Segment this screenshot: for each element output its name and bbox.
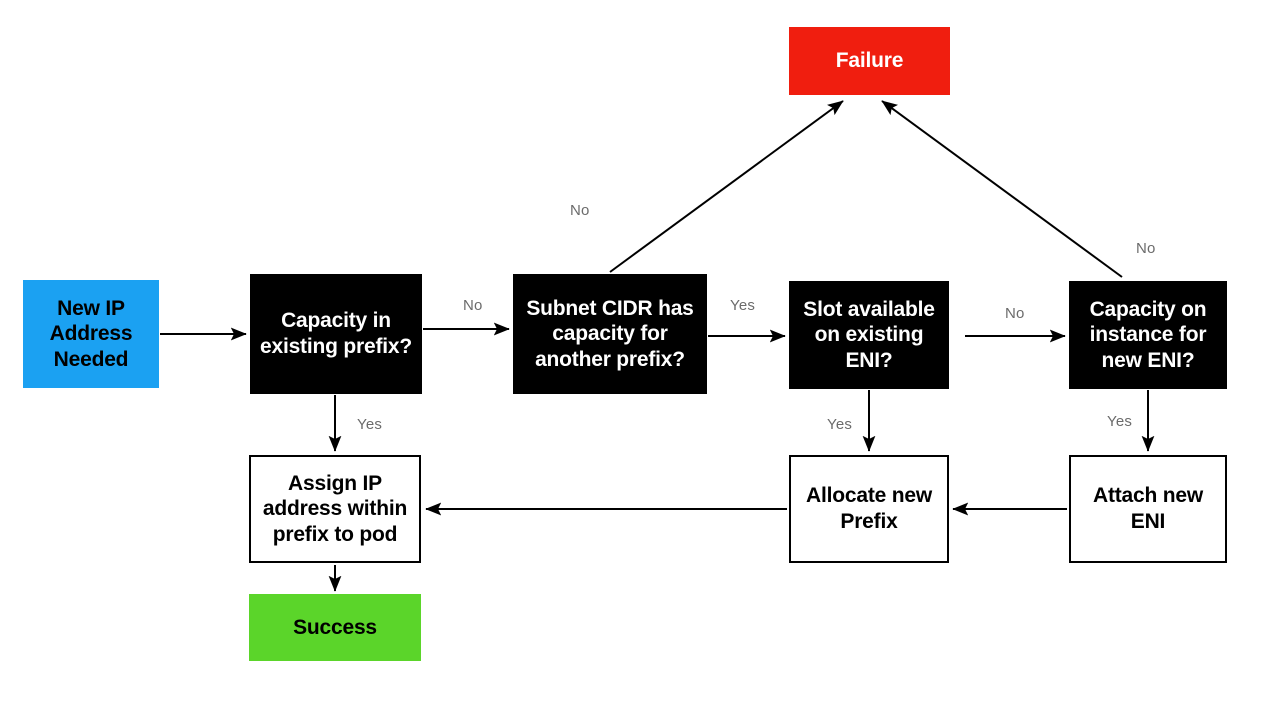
node-label: Assign IP address within prefix to pod	[262, 471, 408, 546]
node-label: Slot available on existing ENI?	[803, 297, 935, 372]
node-assign-ip-address-within-prefix-to-pod[interactable]: Assign IP address within prefix to pod	[249, 455, 421, 563]
edge-label-slot-eni-no: No	[1005, 305, 1025, 322]
node-label: Capacity in existing prefix?	[259, 309, 412, 358]
node-allocate-new-prefix[interactable]: Allocate new Prefix	[789, 455, 949, 563]
edge-label-subnet-cidr-yes: Yes	[730, 297, 756, 314]
node-new-ip-address-needed[interactable]: New IP Address Needed	[23, 280, 159, 388]
node-label: Allocate new Prefix	[806, 484, 932, 533]
edge-label-subnet-cidr-no: No	[570, 202, 590, 219]
node-capacity-in-existing-prefix[interactable]: Capacity in existing prefix?	[250, 274, 422, 394]
edge-label-instance-eni-yes: Yes	[1107, 413, 1133, 430]
node-attach-new-eni[interactable]: Attach new ENI	[1069, 455, 1227, 563]
edge-label-capacity-prefix-no: No	[463, 297, 483, 314]
node-label: Success	[293, 615, 377, 639]
node-label: Failure	[835, 49, 904, 73]
node-slot-available-on-existing-eni[interactable]: Slot available on existing ENI?	[789, 281, 949, 389]
node-subnet-cidr-has-capacity[interactable]: Subnet CIDR has capacity for another pre…	[513, 274, 707, 394]
node-failure[interactable]: Failure	[789, 27, 950, 95]
flowchart-canvas: New IP Address Needed Capacity in existi…	[0, 0, 1280, 708]
edge-label-instance-eni-no: No	[1136, 240, 1156, 257]
node-success[interactable]: Success	[249, 594, 421, 661]
node-label: New IP Address Needed	[49, 296, 133, 371]
node-capacity-on-instance-for-new-eni[interactable]: Capacity on instance for new ENI?	[1069, 281, 1227, 389]
edge-label-slot-eni-yes: Yes	[827, 416, 853, 433]
edge-subnet-cidr-no-to-failure	[609, 100, 844, 273]
node-label: Subnet CIDR has capacity for another pre…	[526, 296, 694, 371]
node-label: Capacity on instance for new ENI?	[1089, 297, 1207, 372]
edge-label-capacity-prefix-yes: Yes	[357, 416, 383, 433]
node-label: Attach new ENI	[1092, 484, 1203, 533]
edge-instance-eni-no-to-failure	[881, 100, 1123, 278]
